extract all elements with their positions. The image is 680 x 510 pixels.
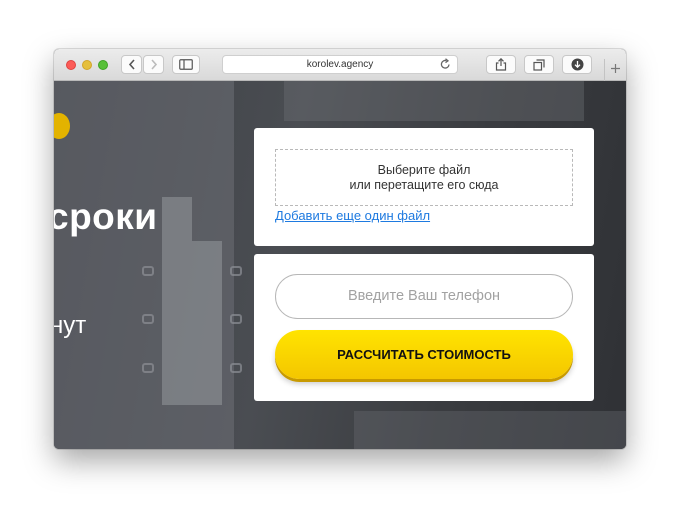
chair (230, 266, 242, 276)
download-icon (571, 58, 584, 71)
dropzone-line-2: или перетащите его сюда (349, 178, 499, 192)
phone-input[interactable]: Введите Ваш телефон (275, 274, 573, 319)
tabs-icon (533, 58, 545, 71)
browser-window: korolev.agency сроки нут Выберите файл и… (54, 49, 626, 449)
reload-icon[interactable] (440, 58, 451, 76)
sidebar-icon (179, 59, 193, 70)
url-text: korolev.agency (306, 59, 374, 70)
calculate-cost-button[interactable]: РАССЧИТАТЬ СТОИМОСТЬ (275, 330, 573, 379)
tabs-button[interactable] (524, 55, 554, 74)
minimize-window-button[interactable] (82, 60, 92, 70)
add-file-link[interactable]: Добавить еще один файл (275, 208, 430, 223)
dropzone-line-1: Выберите файл (377, 163, 471, 177)
desk-row (162, 197, 192, 405)
browser-toolbar: korolev.agency (54, 49, 626, 81)
hero-subline: нут (54, 312, 87, 339)
file-dropzone[interactable]: Выберите файл или перетащите его сюда (275, 149, 573, 206)
zoom-window-button[interactable] (98, 60, 108, 70)
hero-section: сроки нут Выберите файл или перетащите е… (54, 81, 626, 449)
upload-card: Выберите файл или перетащите его сюда До… (254, 128, 594, 246)
chevron-left-icon (128, 59, 136, 70)
chair (142, 266, 154, 276)
downloads-button[interactable] (562, 55, 592, 74)
new-tab-button[interactable] (604, 59, 626, 81)
chair (142, 314, 154, 324)
ceiling-panel (284, 81, 584, 121)
plus-icon (610, 61, 621, 79)
share-icon (495, 58, 507, 71)
desk-row (192, 241, 222, 405)
forward-button[interactable] (143, 55, 164, 74)
sidebar-button[interactable] (172, 55, 200, 74)
floor-panel (354, 411, 626, 449)
address-bar[interactable]: korolev.agency (222, 55, 458, 74)
close-window-button[interactable] (66, 60, 76, 70)
contact-card: Введите Ваш телефон РАССЧИТАТЬ СТОИМОСТЬ (254, 254, 594, 401)
chair (230, 314, 242, 324)
chevron-right-icon (150, 59, 158, 70)
back-button[interactable] (121, 55, 142, 74)
chair (230, 363, 242, 373)
chair (142, 363, 154, 373)
share-button[interactable] (486, 55, 516, 74)
hero-headline: сроки (54, 196, 158, 237)
